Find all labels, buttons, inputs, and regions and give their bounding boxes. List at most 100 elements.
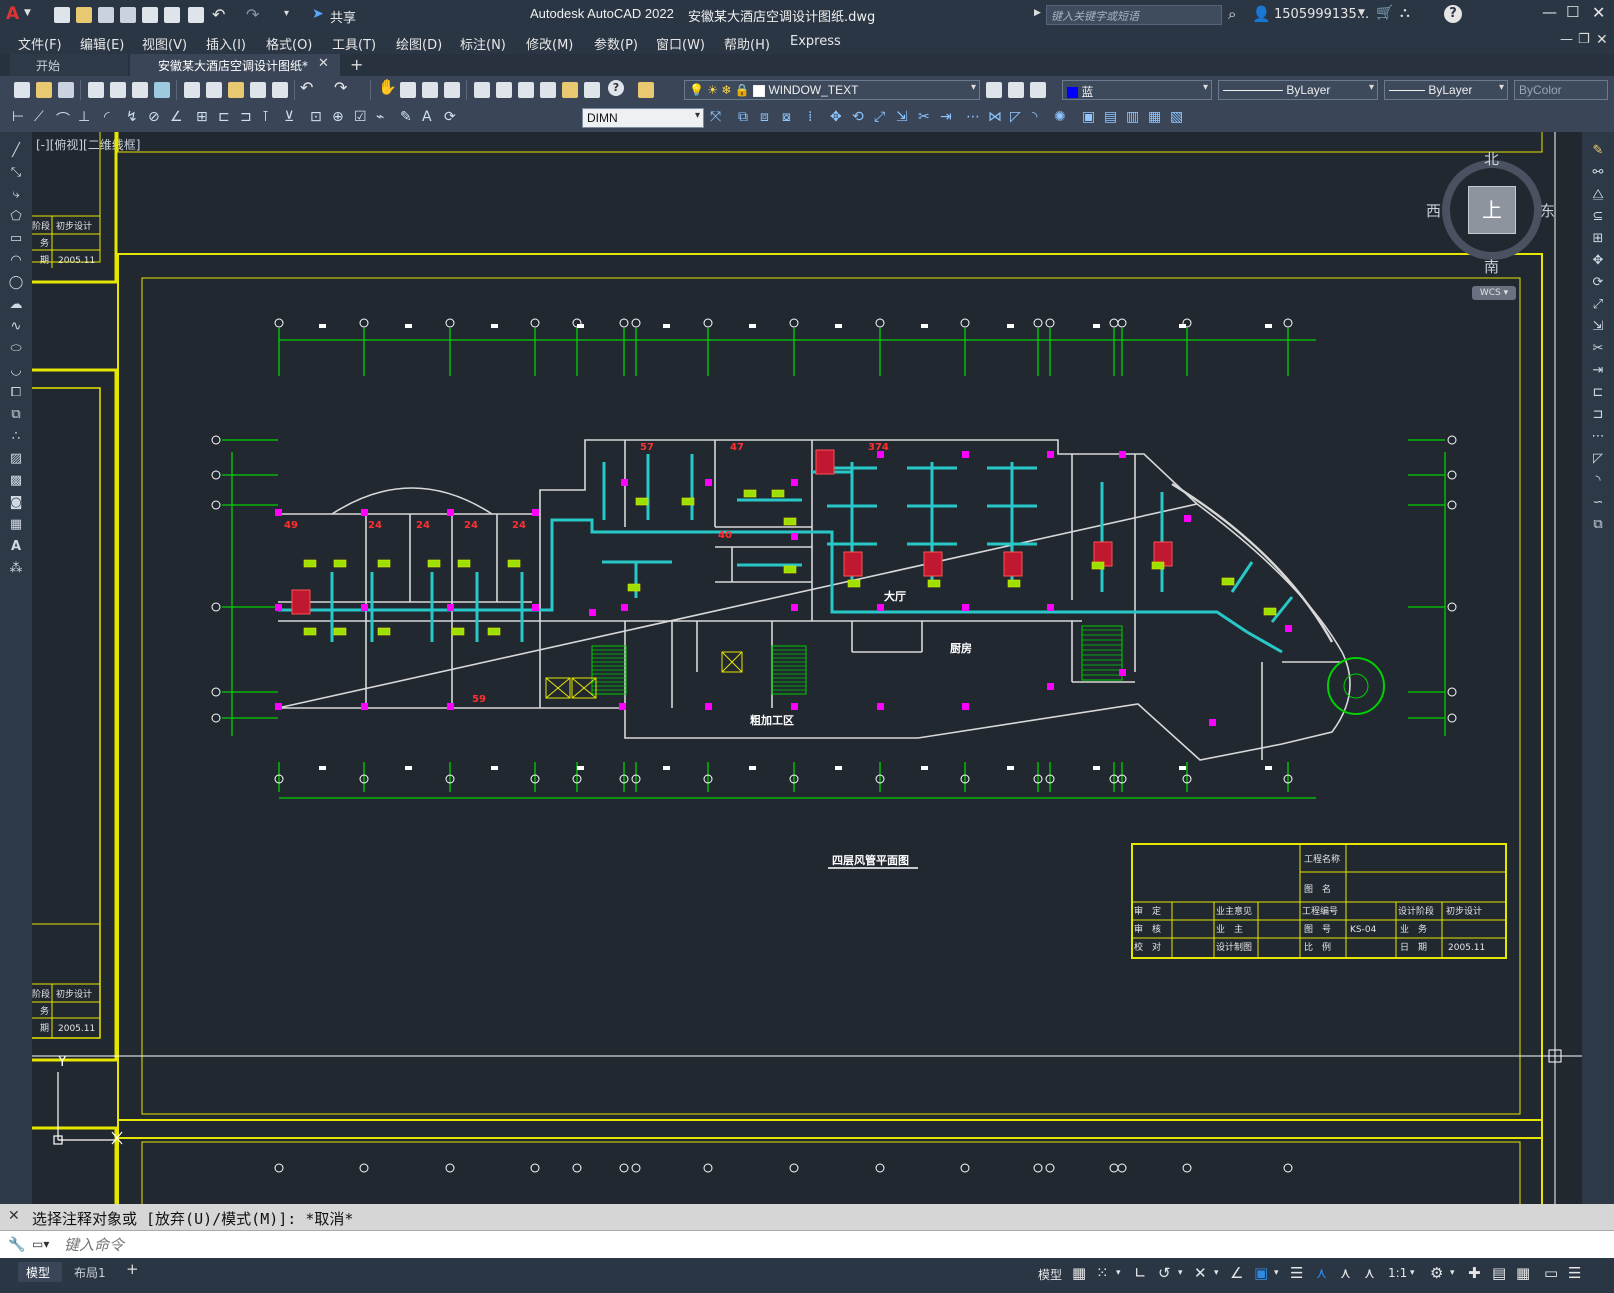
join-icon[interactable]: ⋈: [988, 109, 1002, 125]
zoom-previous-icon[interactable]: [444, 82, 460, 98]
menu-draw[interactable]: 绘图(D): [396, 34, 442, 53]
tolerance-icon[interactable]: ⊡: [310, 109, 322, 125]
open-file-icon[interactable]: [76, 7, 92, 23]
polyline-icon[interactable]: ⤷: [8, 188, 24, 202]
dim-text-edit-icon[interactable]: A: [422, 109, 432, 125]
properties-icon[interactable]: [474, 82, 490, 98]
osnap-tracking-dropdown-icon[interactable]: ▾: [1214, 1268, 1219, 1278]
compass-east[interactable]: 东: [1540, 200, 1555, 221]
point-icon[interactable]: ∴: [8, 430, 24, 444]
auto-scale-icon[interactable]: ⋏: [1340, 1264, 1351, 1282]
copy-object-icon[interactable]: ⧉: [738, 109, 748, 125]
dim-aligned-icon[interactable]: ⟋: [34, 109, 44, 125]
tab-close-icon[interactable]: ✕: [318, 56, 329, 71]
dim-update-icon[interactable]: ⟳: [444, 109, 456, 125]
ortho-icon[interactable]: ∟: [1134, 1264, 1147, 1282]
layer-state-icon[interactable]: [1030, 82, 1046, 98]
array-palette-icon[interactable]: ⊞: [1590, 232, 1606, 246]
app-menu-chevron-icon[interactable]: ▼: [24, 8, 31, 18]
new-tab-button[interactable]: +: [350, 55, 363, 74]
menu-insert[interactable]: 插入(I): [206, 34, 246, 53]
menu-edit[interactable]: 编辑(E): [80, 34, 124, 53]
make-block-icon[interactable]: ⧉: [8, 408, 24, 422]
recent-commands-icon[interactable]: ▭▾: [32, 1237, 49, 1251]
revcloud-icon[interactable]: ☁: [8, 298, 24, 312]
annotation-scale-value[interactable]: 1:1: [1388, 1266, 1407, 1280]
spline-icon[interactable]: ∿: [8, 320, 24, 334]
workspace-dropdown-icon[interactable]: ▾: [1450, 1268, 1455, 1278]
draworder-front-icon[interactable]: ▣: [1082, 109, 1095, 125]
make-current-icon[interactable]: [986, 82, 1002, 98]
construction-line-icon[interactable]: ⤡: [8, 166, 24, 180]
osnap-icon[interactable]: ▣: [1254, 1264, 1268, 1282]
menu-file[interactable]: 文件(F): [18, 34, 62, 53]
tab-active-drawing[interactable]: 安徽某大酒店空调设计图纸* ✕: [130, 54, 340, 76]
extend-palette-icon[interactable]: ⇥: [1590, 364, 1606, 378]
snap-dropdown-icon[interactable]: ▾: [1116, 1268, 1121, 1278]
match-prop-icon[interactable]: [250, 82, 266, 98]
compass-west[interactable]: 西: [1426, 200, 1441, 221]
paste-icon[interactable]: [228, 82, 244, 98]
undo-icon[interactable]: ↶: [212, 5, 225, 24]
mtext-icon[interactable]: A: [8, 540, 24, 554]
open-icon[interactable]: [36, 82, 52, 98]
polar-dropdown-icon[interactable]: ▾: [1178, 1268, 1183, 1278]
fillet-palette-icon[interactable]: ◝: [1590, 474, 1606, 488]
zoom-realtime-icon[interactable]: [400, 82, 416, 98]
doc-close-icon[interactable]: ✕: [1596, 32, 1608, 48]
dim-edit-icon[interactable]: ✎: [400, 109, 412, 125]
blend-icon[interactable]: ∽: [1590, 496, 1606, 510]
array-icon[interactable]: ⁞: [808, 109, 812, 125]
design-center-icon[interactable]: [496, 82, 512, 98]
break-icon[interactable]: ⋯: [966, 109, 980, 125]
mirror-icon[interactable]: ⧈: [760, 109, 769, 125]
extend-icon[interactable]: ⇥: [940, 109, 952, 125]
menu-help[interactable]: 帮助(H): [724, 34, 770, 53]
cart-icon[interactable]: 🛒: [1376, 5, 1393, 21]
add-layout-icon[interactable]: +: [126, 1260, 139, 1278]
polygon-icon[interactable]: ⬠: [8, 210, 24, 224]
search-icon[interactable]: ⌕: [1228, 5, 1236, 23]
menu-window[interactable]: 窗口(W): [656, 34, 705, 53]
quick-dim-icon[interactable]: ⊞: [196, 109, 208, 125]
snap-icon[interactable]: ⁙: [1096, 1264, 1109, 1282]
open-web-icon[interactable]: [142, 7, 158, 23]
cut-icon[interactable]: [184, 82, 200, 98]
viewcube[interactable]: 上 北 南 西 东 WCS ▾: [1426, 150, 1555, 300]
undo-tb-icon[interactable]: ↶: [300, 78, 313, 97]
region-icon[interactable]: ◙: [8, 496, 24, 510]
move-palette-icon[interactable]: ✥: [1590, 254, 1606, 268]
qat-dropdown-icon[interactable]: ▾: [284, 8, 289, 19]
copy-palette-icon[interactable]: ⚯: [1590, 166, 1606, 180]
trim-palette-icon[interactable]: ✂: [1590, 342, 1606, 356]
join-palette-icon[interactable]: ⋯: [1590, 430, 1606, 444]
color-combo[interactable]: 蓝 ▾: [1062, 80, 1212, 100]
dim-continue-icon[interactable]: ⊐: [240, 109, 252, 125]
calculator-icon[interactable]: [584, 82, 600, 98]
layer-properties-icon[interactable]: [638, 82, 654, 98]
markup-icon[interactable]: [562, 82, 578, 98]
circle-icon[interactable]: ◯: [8, 276, 24, 290]
units-icon[interactable]: ▤: [1492, 1264, 1506, 1282]
dim-arc-icon[interactable]: ⌒: [56, 109, 70, 129]
layer-previous-icon[interactable]: [1008, 82, 1024, 98]
search-expand-icon[interactable]: ▶: [1034, 8, 1041, 18]
dim-jogged-icon[interactable]: ↯: [126, 109, 138, 125]
menu-view[interactable]: 视图(V): [142, 34, 187, 53]
search-box[interactable]: 键入关键字或短语: [1046, 5, 1222, 25]
pan-icon[interactable]: ✋: [378, 78, 397, 96]
draworder-below-icon[interactable]: ▦: [1148, 109, 1161, 125]
stretch-icon[interactable]: ⇲: [896, 109, 908, 125]
osnap-tracking-icon[interactable]: ✕: [1194, 1264, 1207, 1282]
mirror-palette-icon[interactable]: ⧋: [1590, 188, 1606, 202]
arc-icon[interactable]: ◠: [8, 254, 24, 268]
tool-palettes-icon[interactable]: [518, 82, 534, 98]
menu-parametric[interactable]: 参数(P): [594, 34, 638, 53]
ellipse-icon[interactable]: ⬭: [8, 342, 24, 356]
help-tb-icon[interactable]: ?: [608, 80, 624, 96]
minimize-icon[interactable]: —: [1542, 3, 1557, 21]
polar-icon[interactable]: ↺: [1158, 1264, 1171, 1282]
drawing-canvas[interactable]: [-][俯视][二维线框] 阶段 初步设计 务 期 2005.11 阶段 初步设…: [32, 132, 1582, 1204]
dimstyle-manager-icon[interactable]: ⤧: [710, 109, 721, 125]
insert-block-icon[interactable]: ⧠: [8, 386, 24, 400]
